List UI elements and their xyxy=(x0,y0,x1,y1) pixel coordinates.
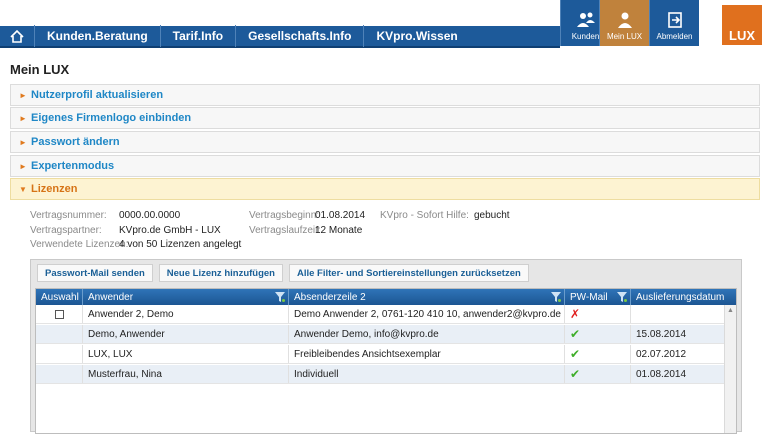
logo-text: LUX xyxy=(729,28,755,43)
vertragspartner-value: KVpro.de GmbH - LUX xyxy=(119,225,221,236)
caret-right-icon: ► xyxy=(19,90,27,100)
column-header-auslieferungsdatum[interactable]: Auslieferungsdatum xyxy=(631,289,736,305)
abmelden-label: Abmelden xyxy=(656,32,693,41)
row-select-cell xyxy=(36,345,83,363)
table-row[interactable]: Demo, Anwender Anwender Demo, info@kvpro… xyxy=(36,325,724,344)
mein-lux-label: Mein LUX xyxy=(606,32,643,41)
user-icon xyxy=(617,12,632,28)
accordion-title: Nutzerprofil aktualisieren xyxy=(31,89,164,101)
row-checkbox[interactable] xyxy=(54,309,64,319)
row-select-cell xyxy=(36,325,83,343)
lux-logo: LUX xyxy=(722,5,762,45)
column-header-auswahl[interactable]: Auswahl xyxy=(36,289,83,305)
accordion-title: Expertenmodus xyxy=(31,160,115,172)
anwender-cell: Demo, Anwender xyxy=(83,325,289,343)
table-toolbar: Passwort-Mail senden Neue Lizenz hinzufü… xyxy=(37,264,529,282)
anwender-cell: Musterfrau, Nina xyxy=(83,365,289,383)
accordion-title: Lizenzen xyxy=(31,183,78,195)
filter-icon[interactable] xyxy=(551,292,561,302)
pw-mail-cell: ✔ xyxy=(565,325,631,343)
pw-mail-cell: ✔ xyxy=(565,345,631,363)
caret-right-icon: ► xyxy=(19,161,27,171)
pw-mail-cell: ✗ xyxy=(565,305,631,323)
license-grid: Auswahl Anwender Absenderzeile 2 PW-Mail… xyxy=(35,288,737,434)
top-bar: Kunden.Beratung Tarif.Info Gesellschafts… xyxy=(0,0,768,50)
accordion-expertenmodus[interactable]: ► Expertenmodus xyxy=(10,155,760,177)
vertragsbeginn-value: 01.08.2014 xyxy=(315,210,366,221)
vertragslaufzeit-value: 12 Monate xyxy=(315,225,363,236)
column-header-absenderzeile[interactable]: Absenderzeile 2 xyxy=(289,289,565,305)
check-icon: ✔ xyxy=(570,327,581,341)
passwort-mail-button[interactable]: Passwort-Mail senden xyxy=(37,264,153,282)
accordion-lizenzen[interactable]: ▼ Lizenzen xyxy=(10,178,760,200)
home-icon[interactable] xyxy=(0,25,34,47)
vertragslaufzeit-label: Vertragslaufzeit: xyxy=(249,225,321,236)
neue-lizenz-button[interactable]: Neue Lizenz hinzufügen xyxy=(158,264,283,282)
pw-mail-cell: ✔ xyxy=(565,365,631,383)
users-icon xyxy=(576,12,595,27)
table-row[interactable]: Musterfrau, Nina Individuell ✔ 01.08.201… xyxy=(36,365,724,384)
row-select-cell xyxy=(36,305,83,323)
caret-down-icon: ▼ xyxy=(19,184,27,194)
datum-cell: 15.08.2014 xyxy=(636,328,687,340)
vertragsbeginn-label: Vertragsbeginn: xyxy=(249,210,320,221)
nav-item-tarif-info[interactable]: Tarif.Info xyxy=(161,25,235,47)
page-title: Mein LUX xyxy=(10,62,70,77)
nav-item-gesellschafts-info[interactable]: Gesellschafts.Info xyxy=(236,25,363,47)
sofort-hilfe-label: KVpro - Sofort Hilfe: xyxy=(380,210,469,221)
absender-cell: Freibleibendes Ansichtsexemplar xyxy=(289,345,565,363)
datum-cell xyxy=(631,305,724,323)
vertragsnummer-value: 0000.00.0000 xyxy=(119,210,181,221)
nav-item-kvpro-wissen[interactable]: KVpro.Wissen xyxy=(364,25,469,47)
absender-cell: Individuell xyxy=(289,365,565,383)
verwendete-value: 4 von 50 Lizenzen angelegt xyxy=(119,239,242,250)
check-icon: ✔ xyxy=(570,347,581,361)
filter-icon[interactable] xyxy=(617,292,627,302)
vertragsnummer-label: Vertragsnummer: xyxy=(30,210,107,221)
column-header-anwender[interactable]: Anwender xyxy=(83,289,289,305)
logout-icon xyxy=(667,12,682,28)
cross-icon: ✗ xyxy=(570,307,581,321)
accordion-firmenlogo[interactable]: ► Eigenes Firmenlogo einbinden xyxy=(10,107,760,129)
accordion-title: Passwort ändern xyxy=(31,136,120,148)
abmelden-button[interactable]: Abmelden xyxy=(649,0,699,46)
vertragspartner-label: Vertragspartner: xyxy=(30,225,102,236)
kunden-label: Kunden xyxy=(571,32,600,41)
caret-right-icon: ► xyxy=(19,113,27,123)
sofort-hilfe-value: gebucht xyxy=(474,210,510,221)
datum-cell: 02.07.2012 xyxy=(636,348,687,360)
license-table-panel: Passwort-Mail senden Neue Lizenz hinzufü… xyxy=(30,259,742,434)
nav-item-kunden-beratung[interactable]: Kunden.Beratung xyxy=(35,25,160,47)
accordion-passwort[interactable]: ► Passwort ändern xyxy=(10,131,760,153)
filter-icon[interactable] xyxy=(275,292,285,302)
vertical-scrollbar[interactable]: ▲ xyxy=(724,305,736,433)
main-navigation: Kunden.Beratung Tarif.Info Gesellschafts… xyxy=(0,25,560,48)
caret-right-icon: ► xyxy=(19,137,27,147)
accordion-nutzerprofil[interactable]: ► Nutzerprofil aktualisieren xyxy=(10,84,760,106)
anwender-cell: LUX, LUX xyxy=(83,345,289,363)
absender-cell: Anwender Demo, info@kvpro.de xyxy=(289,325,565,343)
grid-header: Auswahl Anwender Absenderzeile 2 PW-Mail… xyxy=(36,289,736,305)
row-select-cell xyxy=(36,365,83,383)
reset-filter-button[interactable]: Alle Filter- und Sortiereinstellungen zu… xyxy=(288,264,529,282)
table-row[interactable]: Anwender 2, Demo Demo Anwender 2, 0761-1… xyxy=(36,305,724,324)
table-row[interactable]: LUX, LUX Freibleibendes Ansichtsexemplar… xyxy=(36,345,724,364)
anwender-cell: Anwender 2, Demo xyxy=(83,305,289,323)
check-icon: ✔ xyxy=(570,367,581,381)
verwendete-label: Verwendete Lizenzen: xyxy=(30,239,129,250)
datum-cell: 01.08.2014 xyxy=(636,368,687,380)
accordion-title: Eigenes Firmenlogo einbinden xyxy=(31,112,192,124)
column-header-pw-mail[interactable]: PW-Mail xyxy=(565,289,631,305)
scroll-up-icon[interactable]: ▲ xyxy=(727,307,734,314)
mein-lux-button[interactable]: Mein LUX xyxy=(599,0,649,46)
absender-cell: Demo Anwender 2, 0761-120 410 10, anwend… xyxy=(289,305,565,323)
